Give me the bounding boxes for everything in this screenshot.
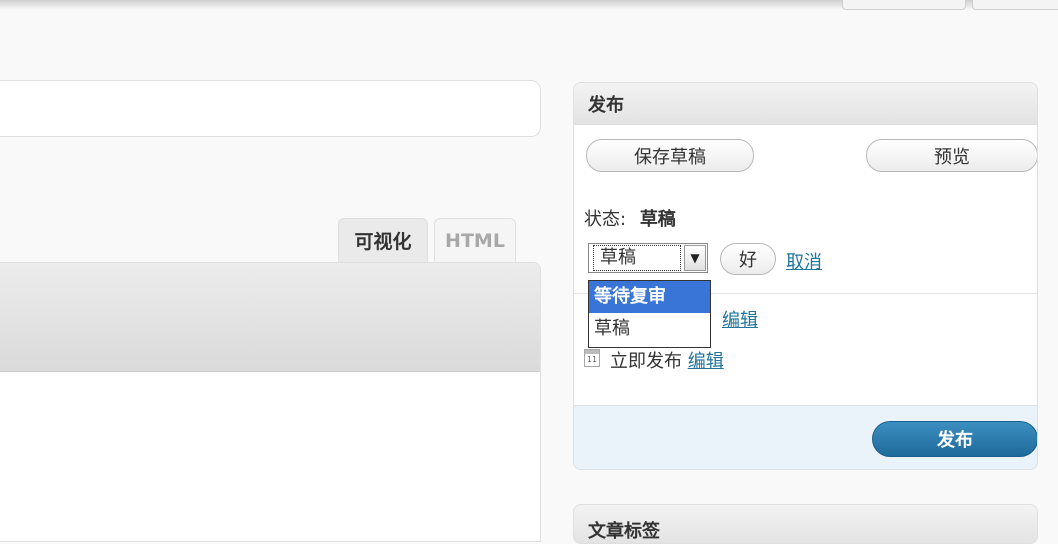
tab-visual[interactable]: 可视化: [338, 218, 428, 262]
dropdown-arrow-icon[interactable]: ▼: [684, 245, 706, 271]
status-value: 草稿: [639, 209, 676, 230]
schedule-text: 立即发布: [610, 351, 682, 372]
publish-box-title: 发布: [574, 83, 1037, 125]
ok-button[interactable]: 好: [720, 243, 776, 275]
status-dropdown-list[interactable]: 等待复审 草稿: [588, 280, 711, 348]
tab-html[interactable]: HTML: [434, 218, 516, 262]
screen-options-tab[interactable]: [842, 0, 966, 10]
visibility-edit-link[interactable]: 编辑: [722, 306, 758, 332]
status-option-pending[interactable]: 等待复审: [589, 281, 710, 313]
publish-box-footer: 发布: [574, 405, 1037, 469]
publish-button[interactable]: 发布: [872, 421, 1037, 457]
save-draft-button[interactable]: 保存草稿: [586, 139, 754, 172]
schedule-line: 立即发布 编辑: [610, 347, 724, 373]
preview-button[interactable]: 预览: [866, 139, 1037, 172]
status-line: 状态: 草稿: [584, 205, 676, 231]
publish-box: 发布 保存草稿 预览 状态: 草稿 草稿 ▼ 好 取消 编辑 11 立即发布 编…: [573, 82, 1038, 470]
schedule-edit-link[interactable]: 编辑: [688, 351, 724, 372]
post-title-input[interactable]: [0, 80, 541, 137]
status-select-value: 草稿: [593, 245, 681, 271]
status-label: 状态:: [584, 209, 627, 230]
status-select[interactable]: 草稿 ▼: [588, 243, 708, 273]
cancel-link[interactable]: 取消: [786, 248, 822, 274]
editor-toolbar: [0, 263, 540, 372]
post-editor[interactable]: [0, 262, 541, 542]
calendar-icon: 11: [584, 349, 600, 367]
tags-box: 文章标签: [573, 504, 1038, 544]
help-tab[interactable]: [972, 0, 1058, 10]
tags-box-title: 文章标签: [588, 521, 660, 542]
status-option-draft[interactable]: 草稿: [589, 313, 710, 345]
